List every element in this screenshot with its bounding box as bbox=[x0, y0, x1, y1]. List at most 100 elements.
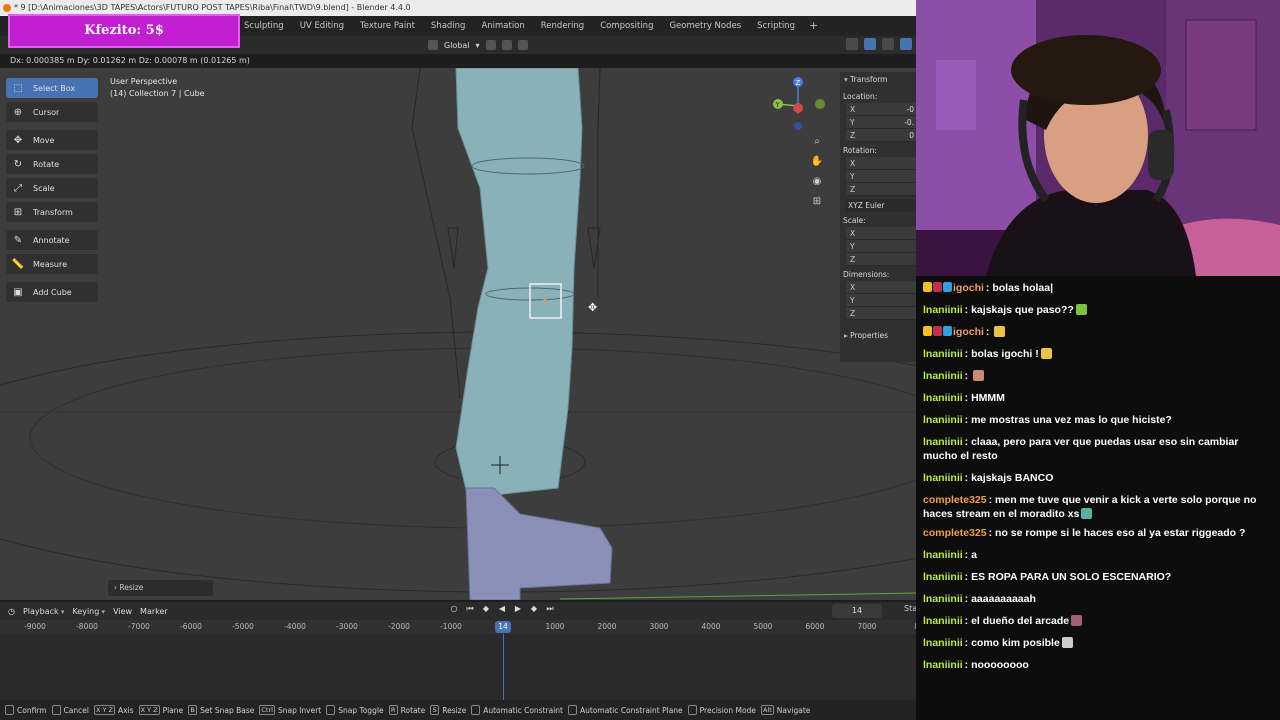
workspace-tab-sculpting[interactable]: Sculpting bbox=[236, 16, 292, 36]
chat-username[interactable]: complete325 bbox=[923, 527, 987, 539]
xray-icon[interactable] bbox=[900, 38, 912, 50]
chat-username[interactable]: igochi bbox=[953, 282, 984, 294]
scale-x-field[interactable]: X bbox=[846, 227, 916, 240]
marker-menu[interactable]: Marker bbox=[140, 607, 168, 616]
chat-username[interactable]: lnaniinii bbox=[923, 472, 963, 484]
rotation-mode-select[interactable]: XYZ Euler bbox=[846, 199, 916, 212]
chat-message: lnaniinii: kajskajs BANCO bbox=[923, 471, 1274, 485]
tool-rotate[interactable]: ↻ Rotate bbox=[6, 154, 98, 174]
workspace-tab-shading[interactable]: Shading bbox=[423, 16, 474, 36]
transform-orientation-select[interactable]: Global ▾ bbox=[428, 38, 528, 52]
last-operator-panel[interactable]: Resize bbox=[108, 580, 213, 596]
chat-username[interactable]: lnaniinii bbox=[923, 392, 963, 404]
play-icon[interactable]: ▶ bbox=[512, 604, 524, 614]
playback-menu[interactable]: Playback bbox=[23, 607, 64, 616]
properties-panel-header[interactable]: Properties bbox=[840, 328, 916, 344]
chat-username[interactable]: lnaniinii bbox=[923, 436, 963, 448]
key-icon bbox=[5, 705, 14, 715]
navigation-gizmo[interactable]: Z Y bbox=[772, 76, 826, 136]
timeline-ruler[interactable]: -9000 -8000 -7000 -6000 -5000 -4000 -3000 -2000… bbox=[0, 620, 916, 634]
rotation-x-field[interactable]: X bbox=[846, 157, 916, 170]
chat-username[interactable]: lnaniinii bbox=[923, 593, 963, 605]
3d-viewport[interactable]: ✥ User Perspective (14) Collection 7 | C… bbox=[0, 68, 916, 600]
pan-hand-icon[interactable]: ✋ bbox=[809, 154, 825, 168]
chat-username[interactable]: lnaniinii bbox=[923, 571, 963, 583]
chat-badge-icon bbox=[923, 282, 932, 292]
camera-icon[interactable]: ◉ bbox=[809, 174, 825, 188]
grid-icon[interactable]: ⊞ bbox=[809, 194, 825, 208]
scale-y-field[interactable]: Y bbox=[846, 240, 916, 253]
workspace-tab-animation[interactable]: Animation bbox=[473, 16, 532, 36]
transform-panel-header[interactable]: Transform bbox=[840, 72, 916, 88]
tool-cursor[interactable]: ⊕ Cursor bbox=[6, 102, 98, 122]
chat-emote-icon bbox=[994, 326, 1006, 337]
snap-icon[interactable] bbox=[501, 40, 512, 50]
tool-transform[interactable]: ⊞ Transform bbox=[6, 202, 98, 222]
chat-username[interactable]: lnaniinii bbox=[923, 348, 963, 360]
screen: * 9 [D:\Animaciones\3D TAPES\Actors\FUTU… bbox=[0, 0, 1280, 720]
overlay-icon[interactable] bbox=[882, 38, 894, 50]
rotation-z-field[interactable]: Z bbox=[846, 183, 916, 196]
zoom-icon[interactable]: ⌕ bbox=[809, 134, 825, 148]
status-hint-plane: X Y Z Plane bbox=[138, 705, 183, 715]
chat-username[interactable]: lnaniinii bbox=[923, 549, 963, 561]
chat-username[interactable]: lnaniinii bbox=[923, 414, 963, 426]
chat-badge-icon bbox=[933, 282, 942, 292]
chat-badge-icon bbox=[923, 326, 932, 336]
webcam-feed bbox=[916, 0, 1280, 276]
workspace-tab-geometry-nodes[interactable]: Geometry Nodes bbox=[661, 16, 749, 36]
visibility-icon[interactable] bbox=[846, 38, 858, 50]
tool-scale[interactable]: ⤢ Scale bbox=[6, 178, 98, 198]
chat-badge-icon bbox=[933, 326, 942, 336]
chat-username[interactable]: lnaniinii bbox=[923, 370, 963, 382]
key-icon bbox=[687, 705, 697, 715]
location-z-field[interactable]: Z0 bbox=[846, 129, 916, 142]
proportional-edit-icon[interactable] bbox=[517, 40, 528, 50]
chat-text: bolas igochi ! bbox=[971, 348, 1039, 360]
workspace-tab-uv-editing[interactable]: UV Editing bbox=[292, 16, 352, 36]
location-y-field[interactable]: Y -0. bbox=[846, 116, 916, 129]
chat-username[interactable]: complete325 bbox=[923, 494, 987, 506]
rotation-y-field[interactable]: Y bbox=[846, 170, 916, 183]
status-hint-confirm: Confirm bbox=[5, 705, 47, 715]
dimensions-z-field[interactable]: Z bbox=[846, 307, 916, 320]
tool-move[interactable]: ✥ Move bbox=[6, 130, 98, 150]
chat-username[interactable]: lnaniinii bbox=[923, 637, 963, 649]
playhead-frame-label[interactable]: 14 bbox=[495, 621, 511, 633]
next-keyframe-icon[interactable]: ◆ bbox=[528, 604, 540, 614]
workspace-tab-texture-paint[interactable]: Texture Paint bbox=[352, 16, 423, 36]
playhead-line[interactable] bbox=[503, 634, 504, 700]
location-x-field[interactable]: X -0 bbox=[846, 103, 916, 116]
cursor-icon: ⊕ bbox=[13, 106, 23, 118]
tool-annotate[interactable]: ✎ Annotate bbox=[6, 230, 98, 250]
chat-username[interactable]: lnaniinii bbox=[923, 304, 963, 316]
dimensions-x-field[interactable]: X bbox=[846, 281, 916, 294]
prev-keyframe-icon[interactable]: ◆ bbox=[480, 604, 492, 614]
tool-measure[interactable]: 📏 Measure bbox=[6, 254, 98, 274]
current-frame-field[interactable]: 14 bbox=[832, 604, 882, 618]
editor-type-icon[interactable]: ◷ bbox=[8, 607, 15, 616]
gizmo-toggle-icon[interactable] bbox=[864, 38, 876, 50]
record-icon[interactable]: ○ bbox=[448, 604, 460, 614]
workspace-tab-compositing[interactable]: Compositing bbox=[592, 16, 661, 36]
chat-username[interactable]: igochi bbox=[953, 326, 984, 338]
timeline[interactable]: -9000 -8000 -7000 -6000 -5000 -4000 -3000 -2000… bbox=[0, 620, 916, 700]
view-menu[interactable]: View bbox=[113, 607, 132, 616]
chat-text: claaa, pero para ver que puedas usar eso… bbox=[923, 436, 1239, 462]
jump-end-icon[interactable]: ⏭ bbox=[544, 604, 556, 614]
keying-menu[interactable]: Keying bbox=[72, 607, 105, 616]
workspace-tab-scripting[interactable]: Scripting bbox=[749, 16, 803, 36]
tool-add-cube[interactable]: ▣ Add Cube bbox=[6, 282, 98, 302]
add-workspace-button[interactable]: + bbox=[803, 16, 824, 36]
pivot-icon[interactable] bbox=[485, 40, 496, 50]
tool-select-box[interactable]: ⬚ Select Box bbox=[6, 78, 98, 98]
chat-username[interactable]: lnaniinii bbox=[923, 659, 963, 671]
jump-start-icon[interactable]: ⏮ bbox=[464, 604, 476, 614]
scale-z-field[interactable]: Z bbox=[846, 253, 916, 266]
chat-username[interactable]: lnaniinii bbox=[923, 615, 963, 627]
timeline-tick-label: -8000 bbox=[76, 622, 98, 631]
play-reverse-icon[interactable]: ◀ bbox=[496, 604, 508, 614]
workspace-tab-rendering[interactable]: Rendering bbox=[533, 16, 592, 36]
dimensions-y-field[interactable]: Y bbox=[846, 294, 916, 307]
status-hint-set-snap-base: B Set Snap Base bbox=[188, 705, 254, 715]
